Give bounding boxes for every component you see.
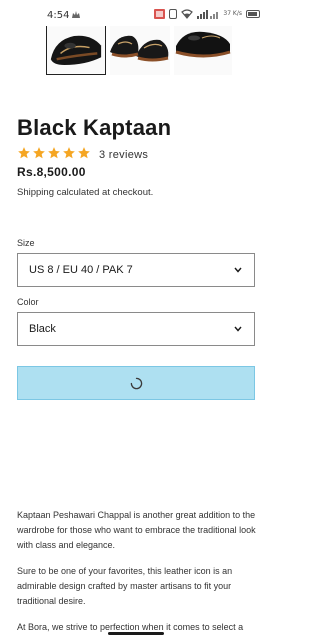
- screen-cast-icon: [154, 9, 166, 19]
- shoe-image: [110, 26, 170, 75]
- size-select-value: US 8 / EU 40 / PAK 7: [29, 264, 133, 276]
- status-time: 4:54: [47, 10, 70, 21]
- star-icon: [33, 147, 45, 159]
- star-icon: [48, 147, 60, 159]
- signal-icon: [197, 10, 219, 19]
- add-to-cart-button[interactable]: [17, 366, 255, 400]
- thumbnail-pair[interactable]: [110, 26, 170, 75]
- size-label: Size: [17, 238, 35, 248]
- product-price: Rs.8,500.00: [17, 165, 86, 179]
- chevron-down-icon: [234, 267, 242, 273]
- thumbnail-front[interactable]: [46, 26, 106, 75]
- shoe-image: [47, 26, 105, 74]
- network-speed: 37 K/s: [223, 10, 242, 17]
- shoe-image: [174, 26, 232, 75]
- description-paragraph-1: Kaptaan Peshawari Chappal is another gre…: [17, 510, 256, 550]
- star-icon: [18, 147, 30, 159]
- thumbnail-side[interactable]: [174, 26, 232, 75]
- color-label: Color: [17, 297, 39, 307]
- product-thumbnails: [46, 26, 246, 76]
- vibrate-icon: [169, 9, 178, 19]
- size-select[interactable]: US 8 / EU 40 / PAK 7: [17, 253, 255, 287]
- loading-spinner-icon: [130, 377, 142, 389]
- color-select-value: Black: [29, 323, 56, 335]
- battery-icon: [246, 10, 260, 18]
- wifi-icon: [181, 9, 194, 19]
- shipping-note: Shipping calculated at checkout.: [17, 187, 153, 198]
- status-icons: 37 K/s: [154, 9, 260, 19]
- color-select[interactable]: Black: [17, 312, 255, 346]
- description-paragraph-2: Sure to be one of your favorites, this l…: [17, 566, 233, 606]
- star-icon: [78, 147, 90, 159]
- product-title: Black Kaptaan: [17, 115, 172, 140]
- chevron-down-icon: [234, 326, 242, 332]
- shipping-link[interactable]: Shipping: [17, 187, 54, 198]
- app-notification-icon: [72, 11, 80, 18]
- shipping-note-text: calculated at checkout.: [53, 187, 154, 198]
- reviews-count[interactable]: 3 reviews: [99, 149, 148, 161]
- star-icon: [63, 147, 75, 159]
- rating-stars[interactable]: [17, 146, 91, 160]
- home-indicator[interactable]: [108, 632, 164, 635]
